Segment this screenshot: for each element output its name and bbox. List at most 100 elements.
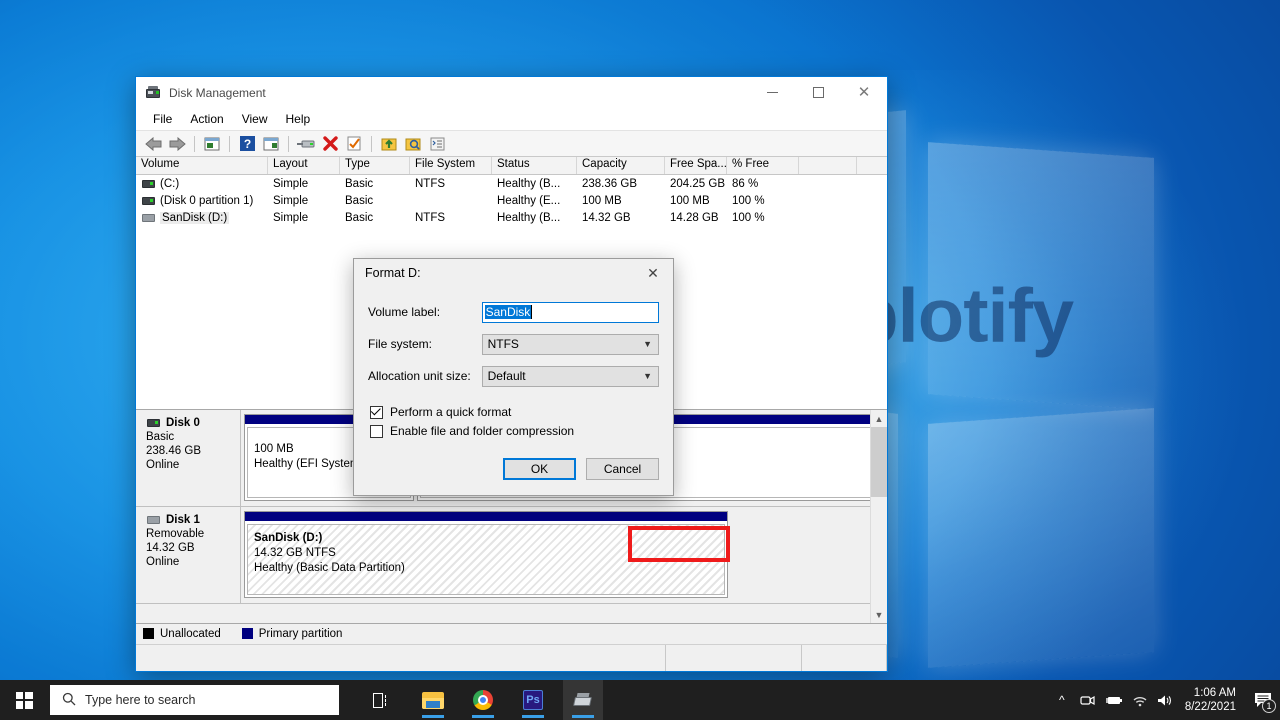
system-tray: ^ 1:06 AM 8/22/2021 1 [1049, 680, 1280, 720]
volume-label-input[interactable]: SanDisk [481, 301, 659, 323]
find-icon[interactable] [402, 133, 424, 155]
column-header-percent-free[interactable]: % Free [727, 157, 799, 174]
disk-state: Online [146, 556, 180, 568]
maximize-button[interactable] [795, 77, 841, 108]
file-system-select[interactable]: NTFS ▼ [481, 333, 659, 355]
dialog-close-button[interactable]: ✕ [633, 259, 673, 287]
clock[interactable]: 1:06 AM 8/22/2021 [1179, 686, 1246, 714]
svg-text:?: ? [243, 137, 250, 151]
disk-row-1[interactable]: Disk 1 Removable 14.32 GB Online SanDisk… [136, 507, 887, 604]
compression-checkbox-row[interactable]: Enable file and folder compression [370, 424, 659, 438]
task-view-icon[interactable] [361, 680, 401, 720]
allocation-unit-size-label: Allocation unit size: [368, 369, 471, 383]
volume-label-label: Volume label: [368, 305, 441, 319]
graphic-view-scrollbar[interactable]: ▲ ▼ [870, 410, 887, 623]
close-button[interactable]: ✕ [841, 77, 887, 108]
disk-type: Basic [146, 431, 175, 443]
compression-checkbox[interactable] [370, 424, 383, 438]
column-header-free-space[interactable]: Free Spa... [665, 157, 727, 174]
basic-disk-icon [147, 419, 160, 427]
allocation-unit-size-select[interactable]: Default ▼ [481, 365, 659, 387]
start-button[interactable] [0, 680, 48, 720]
legend-label-unallocated: Unallocated [160, 627, 221, 640]
status-bar [136, 644, 887, 671]
toolbar-separator [194, 135, 195, 152]
disk-state: Online [146, 459, 180, 471]
volume-percent-free: 100 % [732, 194, 765, 207]
volume-type: Basic [345, 177, 374, 190]
legend-label-primary: Primary partition [258, 627, 343, 640]
export-list-icon[interactable] [378, 133, 400, 155]
column-header-type[interactable]: Type [340, 157, 410, 174]
status-bar-segment [136, 645, 666, 671]
menu-help[interactable]: Help [277, 109, 320, 129]
ok-button[interactable]: OK [503, 458, 576, 480]
properties-icon[interactable] [343, 133, 365, 155]
disk-size: 238.46 GB [146, 445, 201, 457]
column-header-layout[interactable]: Layout [268, 157, 340, 174]
legend-swatch-unallocated [143, 628, 154, 639]
quick-format-checkbox-row[interactable]: Perform a quick format [370, 404, 659, 419]
forward-arrow-icon[interactable] [166, 133, 188, 155]
column-header-blank[interactable] [799, 157, 857, 174]
scroll-up-icon[interactable]: ▲ [871, 410, 887, 427]
chevron-down-icon: ▼ [643, 371, 652, 381]
dialog-body: Volume label: SanDisk File system: NTFS … [354, 287, 673, 438]
search-input[interactable]: Type here to search [50, 685, 339, 715]
disk-management-icon [145, 85, 161, 101]
minimize-button[interactable] [749, 77, 795, 108]
column-header-volume[interactable]: Volume [136, 157, 268, 174]
table-row[interactable]: (Disk 0 partition 1) Simple Basic Health… [136, 192, 887, 209]
chevron-up-icon[interactable]: ^ [1049, 680, 1075, 720]
status-bar-segment [666, 645, 802, 671]
volume-type: Basic [345, 211, 374, 224]
back-arrow-icon[interactable] [142, 133, 164, 155]
disk-type: Removable [146, 528, 205, 540]
disk-info-0: Disk 0 Basic 238.46 GB Online [136, 410, 241, 506]
volume-icon[interactable] [1153, 680, 1179, 720]
menu-view[interactable]: View [233, 109, 277, 129]
search-icon [62, 692, 76, 709]
up-one-level-icon[interactable] [201, 133, 223, 155]
partition-status: Healthy (Basic Data Partition) [254, 562, 405, 574]
menu-file[interactable]: File [144, 109, 181, 129]
column-header-status[interactable]: Status [492, 157, 577, 174]
volume-free-space: 100 MB [670, 194, 710, 207]
legend-swatch-primary [241, 628, 253, 639]
volume-name: (Disk 0 partition 1) [160, 194, 254, 207]
quick-format-label: Perform a quick format [390, 405, 512, 419]
removable-disk-icon [147, 516, 160, 524]
chevron-down-icon: ▼ [643, 339, 652, 349]
disk-management-taskbar-icon[interactable] [563, 680, 603, 720]
action-center-icon[interactable]: 1 [1246, 680, 1280, 720]
scroll-down-icon[interactable]: ▼ [871, 606, 887, 623]
taskbar: Type here to search Ps ^ 1:06 AM 8/22/20… [0, 680, 1280, 720]
show-task-pad-icon[interactable] [426, 133, 448, 155]
rescan-disks-icon[interactable] [295, 133, 317, 155]
volume-free-space: 204.25 GB [670, 177, 725, 190]
toolbar: ? [136, 131, 887, 157]
wifi-icon[interactable] [1127, 680, 1153, 720]
file-system-label: File system: [368, 337, 433, 351]
table-row[interactable]: SanDisk (D:) Simple Basic NTFS Healthy (… [136, 209, 887, 226]
disk-size: 14.32 GB [146, 542, 195, 554]
quick-format-checkbox[interactable] [370, 404, 383, 419]
photoshop-icon[interactable]: Ps [513, 680, 553, 720]
scrollbar-thumb[interactable] [871, 427, 887, 497]
table-row[interactable]: (C:) Simple Basic NTFS Healthy (B... 238… [136, 175, 887, 192]
chrome-icon[interactable] [463, 680, 503, 720]
volume-capacity: 100 MB [582, 194, 622, 207]
help-icon[interactable]: ? [236, 133, 258, 155]
cancel-button[interactable]: Cancel [586, 458, 659, 480]
compression-label: Enable file and folder compression [390, 424, 575, 438]
column-header-capacity[interactable]: Capacity [577, 157, 665, 174]
menu-action[interactable]: Action [181, 109, 232, 129]
delete-icon[interactable] [319, 133, 341, 155]
battery-icon[interactable] [1101, 680, 1127, 720]
volume-status: Healthy (B... [497, 177, 561, 190]
column-header-file-system[interactable]: File System [410, 157, 492, 174]
file-explorer-icon[interactable] [413, 680, 453, 720]
show-hide-console-tree-icon[interactable] [260, 133, 282, 155]
status-bar-segment [802, 645, 887, 671]
meet-now-icon[interactable] [1075, 680, 1101, 720]
